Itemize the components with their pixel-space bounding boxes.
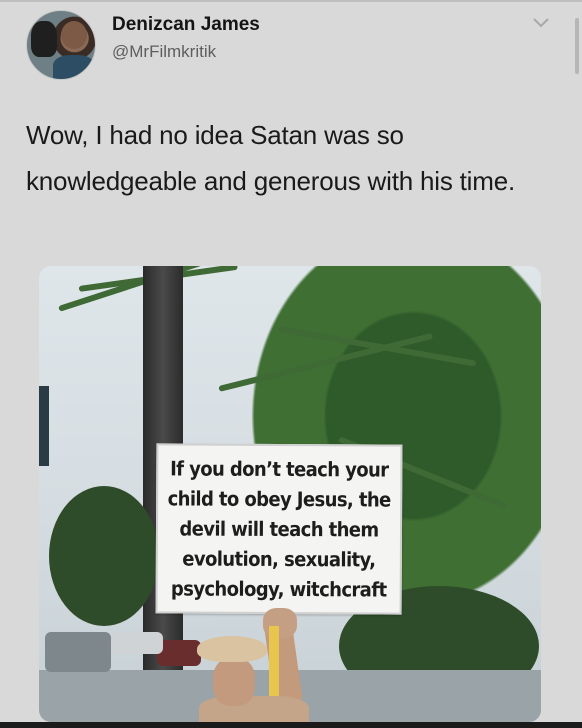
scrollbar[interactable] — [575, 18, 579, 74]
bottom-bar — [0, 722, 582, 728]
avatar[interactable] — [26, 10, 96, 80]
tweet-header: Denizcan James @MrFilmkritik — [26, 8, 556, 80]
author-name[interactable]: Denizcan James — [112, 14, 260, 36]
author-handle[interactable]: @MrFilmkritik — [112, 42, 216, 62]
chevron-down-icon[interactable] — [532, 16, 550, 30]
street-sign — [39, 386, 49, 466]
avatar-shirt — [53, 55, 95, 79]
tweet-text: Wow, I had no idea Satan was so knowledg… — [26, 120, 515, 196]
sign-line: If you don’t teach your — [170, 456, 389, 482]
car — [157, 640, 201, 666]
sign-text: If you don’t teach your child to obey Je… — [158, 453, 401, 604]
sign-line: devil will teach them — [179, 516, 379, 542]
sign-line: evolution, sexuality, — [182, 546, 376, 572]
sign-line: child to obey Jesus, the — [167, 486, 391, 512]
car — [111, 632, 163, 654]
person-body — [199, 696, 309, 722]
person-hat — [197, 636, 267, 662]
avatar-face — [61, 21, 87, 49]
car — [45, 632, 111, 672]
avatar-dog-figure — [31, 21, 57, 57]
tweet-photo[interactable]: If you don’t teach your child to obey Je… — [39, 266, 541, 722]
protest-sign: If you don’t teach your child to obey Je… — [155, 443, 403, 615]
person-face — [213, 658, 255, 706]
top-divider — [0, 0, 582, 2]
shrub — [49, 486, 159, 626]
sign-line: psychology, witchcraft — [170, 576, 387, 602]
